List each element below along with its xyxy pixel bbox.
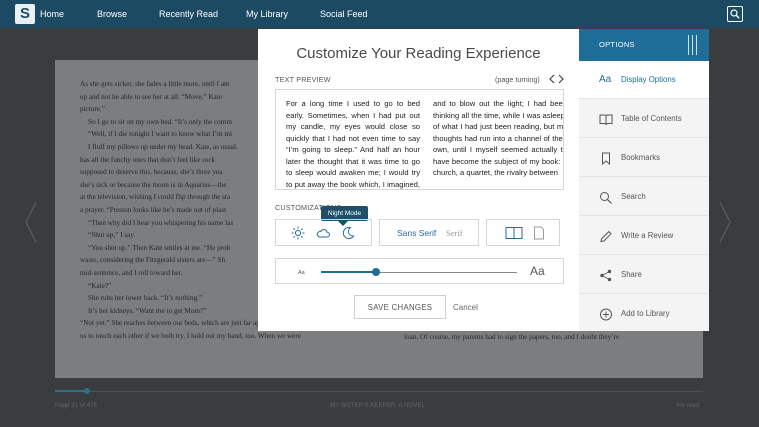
option-table-of-contents[interactable]: Table of Contents — [579, 100, 709, 138]
search-icon — [600, 192, 612, 204]
plus-icon — [600, 308, 612, 321]
font-size-control: Aa Aa — [275, 258, 564, 284]
moon-icon[interactable] — [341, 226, 355, 240]
chevron-left-icon[interactable] — [548, 74, 556, 84]
option-label: Search — [621, 192, 646, 201]
menu-bar-icon[interactable] — [696, 35, 697, 55]
reader-line: “You shut up.” Then Kate smiles at me. “… — [88, 243, 231, 252]
nav-browse[interactable]: Browse — [97, 0, 127, 28]
reader-line: mid-sentence, and I roll toward her. — [80, 269, 183, 277]
chevron-right-icon[interactable] — [557, 74, 565, 84]
option-display-options[interactable]: Aa Display Options — [579, 61, 709, 99]
bookmark-icon — [602, 152, 610, 165]
book-title: MY SISTER'S KEEPER: A NOVEL — [330, 402, 425, 409]
page-turning-label: (page turning) — [495, 75, 540, 84]
book-icon — [599, 114, 613, 126]
cloud-icon[interactable] — [316, 226, 330, 240]
nav-home[interactable]: Home — [40, 0, 64, 28]
reading-progress-handle[interactable] — [84, 388, 91, 394]
nav-recently-read[interactable]: Recently Read — [159, 0, 218, 28]
options-panel: OPTIONS Aa Display Options Table of Cont… — [579, 29, 709, 331]
reader-line: a prayer. “Preston looks like he’s made … — [80, 206, 227, 214]
font-serif[interactable]: Serif — [446, 228, 463, 238]
reader-line: “Shut up,” I say. — [88, 231, 136, 240]
percent-read: 4% read — [676, 402, 700, 409]
modal-title: Customize Your Reading Experience — [296, 45, 541, 62]
nav-social-feed[interactable]: Social Feed — [320, 0, 368, 28]
text-preview-box: For a long time I used to go to bed earl… — [275, 89, 564, 190]
reader-line: “Well, if I die tonight I want to know w… — [88, 130, 232, 139]
reader-line: up and not be able to see her at all. “M… — [80, 92, 222, 101]
options-title: OPTIONS — [599, 40, 635, 49]
menu-bar-icon[interactable] — [688, 35, 689, 55]
options-header: OPTIONS — [579, 29, 709, 61]
share-icon — [600, 269, 612, 282]
font-size-slider-thumb[interactable] — [371, 268, 380, 276]
theme-options — [275, 219, 372, 246]
search-icon — [730, 9, 740, 19]
reader-line: So I go to sit on my own bed. “It’s only… — [88, 117, 232, 126]
preview-column-1: For a long time I used to go to bed earl… — [286, 99, 420, 189]
two-page-layout-icon[interactable] — [505, 226, 523, 240]
font-size-slider-fill — [321, 271, 376, 273]
customize-modal: Customize Your Reading Experience TEXT P… — [258, 29, 579, 331]
reader-line: she’s sick or because the moon is in Aqu… — [80, 180, 227, 189]
layout-options — [486, 219, 560, 246]
cancel-button[interactable]: Cancel — [453, 303, 478, 312]
font-size-small-label: Aa — [298, 270, 305, 276]
prev-page-chevron-icon[interactable] — [24, 200, 38, 244]
option-write-review[interactable]: Write a Review — [579, 217, 709, 255]
nav-search-button[interactable] — [727, 6, 743, 22]
reading-progress-track[interactable] — [55, 391, 703, 392]
option-label: Share — [621, 270, 642, 279]
scribd-logo[interactable]: S — [15, 4, 35, 24]
font-sans-serif[interactable]: Sans Serif — [397, 228, 436, 238]
option-search[interactable]: Search — [579, 178, 709, 216]
option-label: Bookmarks — [621, 153, 660, 162]
single-page-layout-icon[interactable] — [533, 226, 545, 240]
reader-line: “Kate?” — [88, 281, 112, 290]
menu-bar-icon[interactable] — [692, 35, 693, 55]
option-label: Display Options — [621, 75, 676, 84]
reading-progress-fill — [55, 390, 88, 392]
top-nav-bar: S Home Browse Recently Read My Library S… — [0, 0, 759, 28]
font-options: Sans Serif Serif — [379, 219, 479, 246]
sun-icon[interactable] — [291, 226, 305, 240]
option-label: Table of Contents — [621, 114, 682, 123]
reader-line: “Then why did I hear you whispering his … — [88, 218, 234, 227]
reader-line: us to touch each other if we both try. I… — [80, 332, 301, 340]
font-size-large-label: Aa — [530, 264, 545, 278]
pencil-icon — [600, 230, 612, 243]
reader-line: As she gets sicker, she fades a little m… — [80, 80, 230, 88]
option-bookmarks[interactable]: Bookmarks — [579, 139, 709, 177]
reader-line: at the television, wishing I could flip … — [80, 193, 231, 202]
option-add-to-library[interactable]: Add to Library — [579, 295, 709, 333]
preview-column-2: and to blow out the light; I had been th… — [433, 99, 564, 177]
text-preview-label: TEXT PREVIEW — [275, 75, 331, 84]
page-number: Page 21 of 475 — [55, 402, 97, 409]
reader-line: picture.” — [80, 105, 105, 114]
reader-line: waste, considering the Fitzgerald sister… — [80, 256, 226, 265]
reader-right-line: loan. Of course, my parents had to sign … — [404, 333, 620, 341]
option-share[interactable]: Share — [579, 256, 709, 294]
reader-line: I fluff my pillows up under my head. Kat… — [88, 143, 238, 151]
option-label: Add to Library — [621, 309, 670, 318]
save-changes-button[interactable]: SAVE CHANGES — [354, 295, 446, 319]
option-label: Write a Review — [621, 231, 674, 240]
reader-line: has all the funchy ones that don’t feel … — [80, 155, 215, 164]
reader-line: She rubs her lower back. “It’s nothing.” — [88, 294, 203, 303]
reader-line: It’s her kidneys. “Want me to get Mom?” — [88, 306, 207, 315]
next-page-chevron-icon[interactable] — [718, 200, 732, 244]
aa-icon: Aa — [599, 74, 612, 85]
reader-line: supposed to deserve this, because, she’s… — [80, 168, 223, 177]
nav-my-library[interactable]: My Library — [246, 0, 288, 28]
